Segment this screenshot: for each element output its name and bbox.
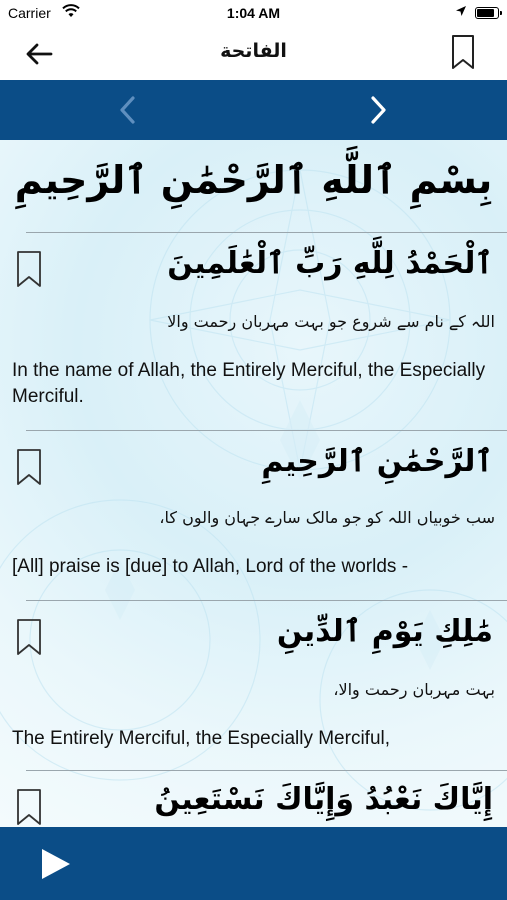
bookmark-icon[interactable] [16,618,42,656]
verse-arabic: إِيَّاكَ نَعْبُدُ وَإِيَّاكَ نَسْتَعِينُ [154,782,493,817]
divider [26,232,507,233]
location-arrow-icon [456,6,466,16]
verse-arabic: مَٰلِكِ يَوْمِ ٱلدِّينِ [276,614,493,649]
play-icon[interactable] [38,847,72,881]
chevron-left-icon[interactable] [116,94,140,126]
verse-english: [All] praise is [due] to Allah, Lord of … [12,556,409,577]
battery-icon [475,7,502,19]
battery-fill [477,9,495,17]
verse-urdu: اللہ کے نام سے شروع جو بہت مہربان رحمت و… [167,312,495,331]
verse-english: In the name of Allah, the Entirely Merci… [12,360,486,407]
bookmark-icon[interactable] [451,34,475,70]
verse-arabic: ٱلرَّحْمَٰنِ ٱلرَّحِيمِ [261,444,493,479]
background-pattern [0,169,507,811]
bookmark-icon[interactable] [16,448,42,486]
verse-list[interactable]: بِسْمِ ٱللَّهِ ٱلرَّحْمَٰنِ ٱلرَّحِيمِ ٱ… [0,140,507,827]
divider [26,430,507,431]
bookmark-icon[interactable] [16,250,42,288]
chevron-right-icon[interactable] [366,94,390,126]
status-bar: Carrier 1:04 AM [0,0,507,28]
divider [26,600,507,601]
nav-bar: الفاتحة [0,28,507,80]
bismillah: بِسْمِ ٱللَّهِ ٱلرَّحْمَٰنِ ٱلرَّحِيمِ [14,158,493,202]
verse-urdu: بہت مہربان رحمت والا، [333,680,495,699]
surah-pager [0,80,507,140]
bookmark-icon[interactable] [16,788,42,826]
divider [26,770,507,771]
surah-title: الفاتحة [220,40,287,62]
audio-player-bar [0,827,507,900]
clock: 1:04 AM [226,5,281,21]
verse-arabic: ٱلْحَمْدُ لِلَّهِ رَبِّ ٱلْعَٰلَمِينَ [167,246,493,281]
verse-english: The Entirely Merciful, the Especially Me… [12,728,391,749]
verse-urdu: سب خوبیاں اللہ کو جو مالک سارے جہان والو… [159,508,495,527]
